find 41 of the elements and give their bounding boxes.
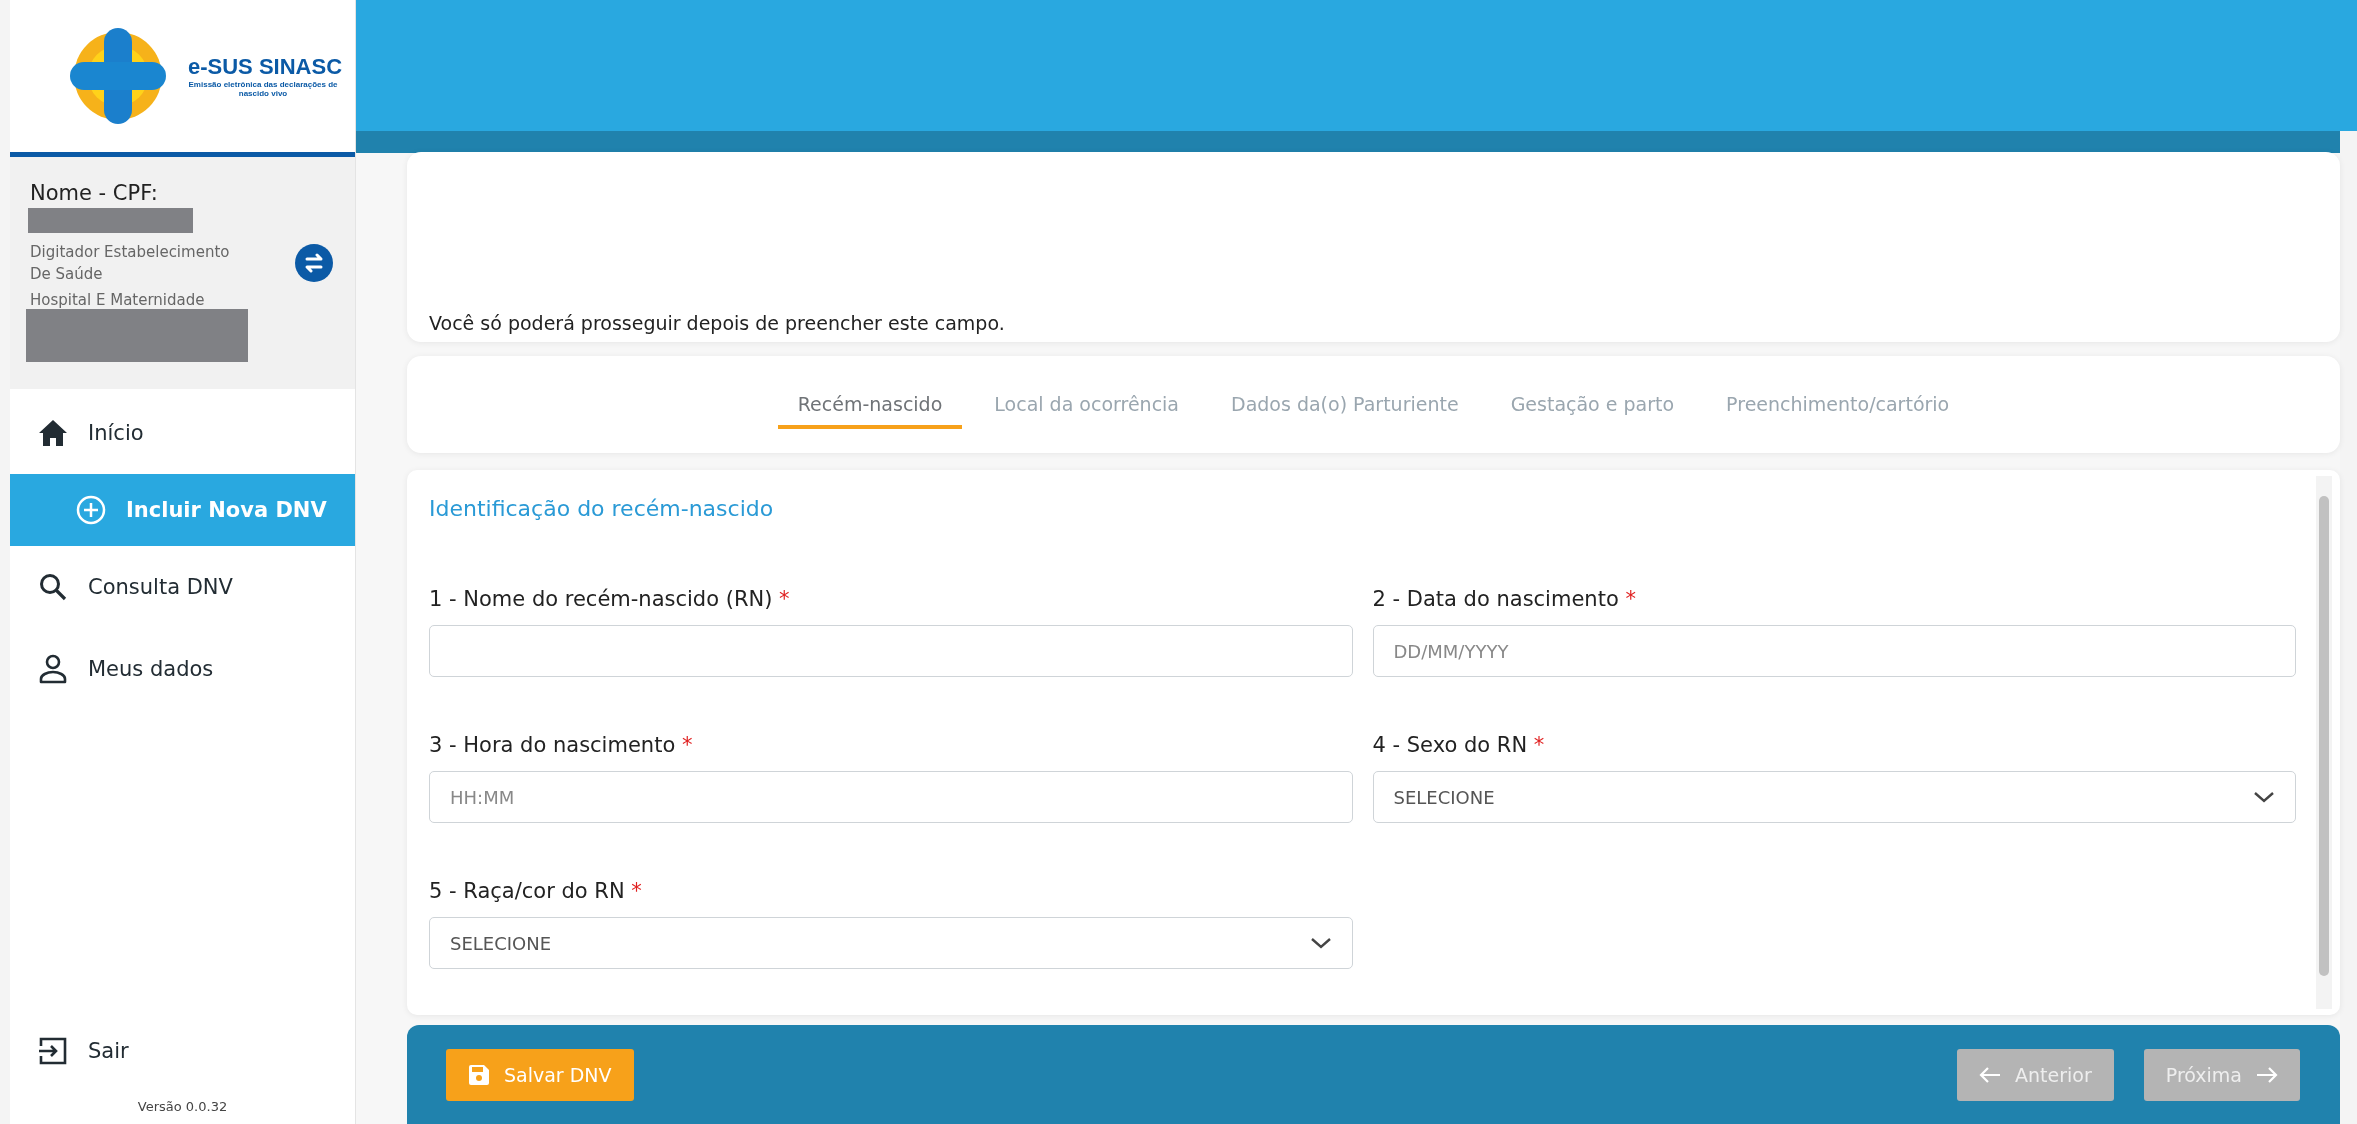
- logout-link[interactable]: Sair: [10, 1021, 355, 1081]
- field-label: 4 - Sexo do RN *: [1372, 733, 1546, 757]
- input-field[interactable]: [429, 625, 1353, 677]
- field-label: 2 - Data do nascimento *: [1372, 587, 1637, 611]
- step-tab[interactable]: Gestação e parto: [1490, 380, 1695, 429]
- input-field[interactable]: DD/MM/YYYY: [1372, 625, 2296, 677]
- swap-icon[interactable]: [295, 244, 333, 282]
- step-tab[interactable]: Preenchimento/cartório: [1706, 380, 1970, 429]
- home-icon: [38, 419, 68, 447]
- nav-item[interactable]: Meus dados: [10, 628, 355, 710]
- input-field[interactable]: HH:MM: [429, 771, 1353, 823]
- select-field[interactable]: SELECIONE: [1372, 771, 2296, 823]
- user-role: Digitador Estabelecimento De Saúde: [30, 242, 230, 285]
- save-button[interactable]: Salvar DNV: [446, 1048, 634, 1101]
- chevron-down-icon: [1309, 937, 1332, 949]
- search-icon: [38, 572, 68, 602]
- facility-name: Hospital E Maternidade: [30, 291, 206, 309]
- arrow-left-icon: [1979, 1065, 2002, 1084]
- person-icon: [38, 654, 68, 684]
- add-circle-icon: [76, 495, 106, 525]
- exit-icon: [38, 1036, 68, 1066]
- step-tab[interactable]: Dados da(o) Parturiente: [1211, 380, 1479, 429]
- chevron-down-icon: [2253, 791, 2275, 803]
- scrollbar[interactable]: [2316, 476, 2332, 1009]
- field-label: 3 - Hora do nascimento *: [429, 733, 694, 757]
- notice-text: Você só poderá prosseguir depois de preencher este campo.: [429, 312, 1005, 334]
- section-title: Identificação do recém-nascido: [429, 496, 775, 521]
- app-subtitle: Emissão eletrônica das declarações de nascido vivo: [188, 80, 338, 98]
- cross-logo-icon: [68, 26, 168, 126]
- select-field[interactable]: SELECIONE: [429, 917, 1353, 969]
- version-text: Versão 0.0.32: [136, 1098, 229, 1116]
- nav-item[interactable]: Início: [10, 392, 355, 474]
- user-label: Nome - CPF:: [30, 181, 159, 205]
- step-tab[interactable]: Recém-nascido: [777, 380, 963, 429]
- step-tab[interactable]: Local da ocorrência: [974, 380, 1199, 429]
- field-label: 5 - Raça/cor do RN *: [429, 879, 643, 903]
- nav-item[interactable]: Incluir Nova DNV: [10, 474, 355, 546]
- field-label: 1 - Nome do recém-nascido (RN) *: [429, 587, 791, 611]
- nav-item[interactable]: Consulta DNV: [10, 546, 355, 628]
- app-title: e-SUS SINASC: [188, 54, 343, 80]
- arrow-right-icon: [2256, 1065, 2278, 1084]
